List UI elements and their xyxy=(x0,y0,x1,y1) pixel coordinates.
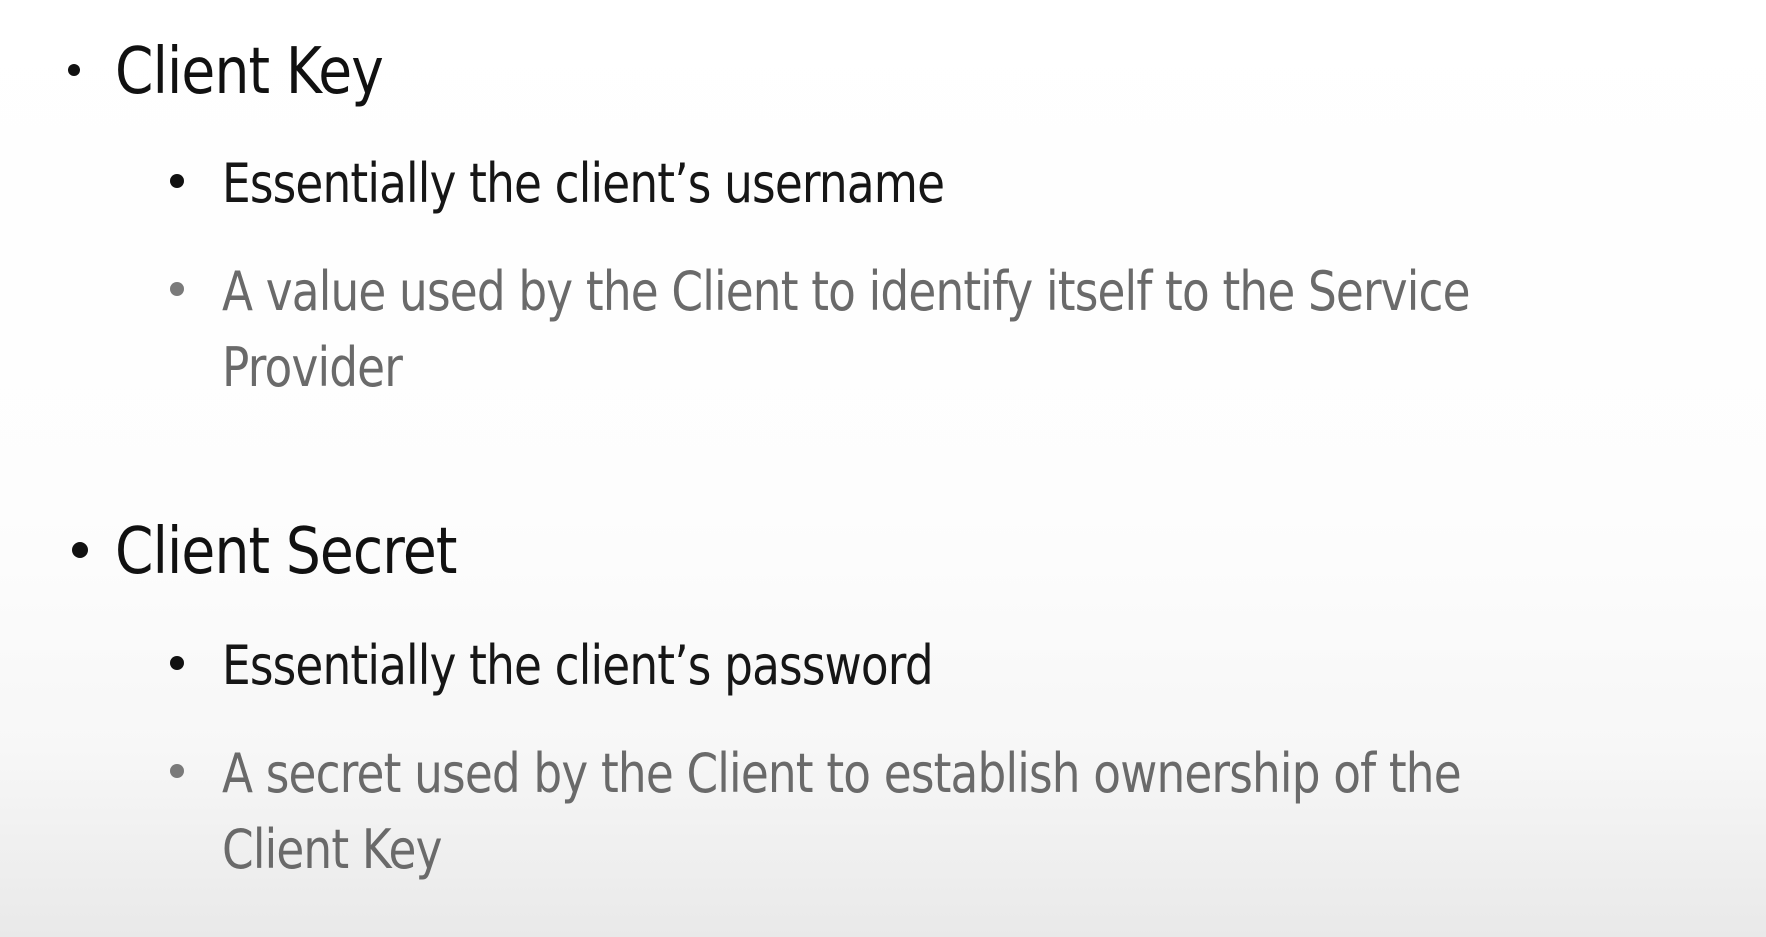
point-client-key-username: Essentially the client’s username xyxy=(222,146,945,222)
point-text: Essentially the client’s username xyxy=(222,152,945,215)
point-client-key-identify: A value used by the Client to identify i… xyxy=(222,254,1532,406)
point-text: A secret used by the Client to establish… xyxy=(222,742,1462,881)
point-text: Essentially the client’s password xyxy=(222,634,934,697)
point-client-secret-ownership: A secret used by the Client to establish… xyxy=(222,736,1532,888)
bullet-icon xyxy=(170,282,184,296)
heading-client-key: Client Key xyxy=(115,35,384,109)
bullet-icon xyxy=(170,656,184,670)
bullet-icon xyxy=(170,764,184,778)
slide: Client Key Essentially the client’s user… xyxy=(0,0,1766,937)
heading-client-secret: Client Secret xyxy=(115,515,457,589)
point-client-secret-password: Essentially the client’s password xyxy=(222,628,934,704)
bullet-icon xyxy=(72,542,88,558)
bullet-icon xyxy=(68,64,80,76)
bullet-icon xyxy=(170,174,184,188)
point-text: A value used by the Client to identify i… xyxy=(222,260,1471,399)
